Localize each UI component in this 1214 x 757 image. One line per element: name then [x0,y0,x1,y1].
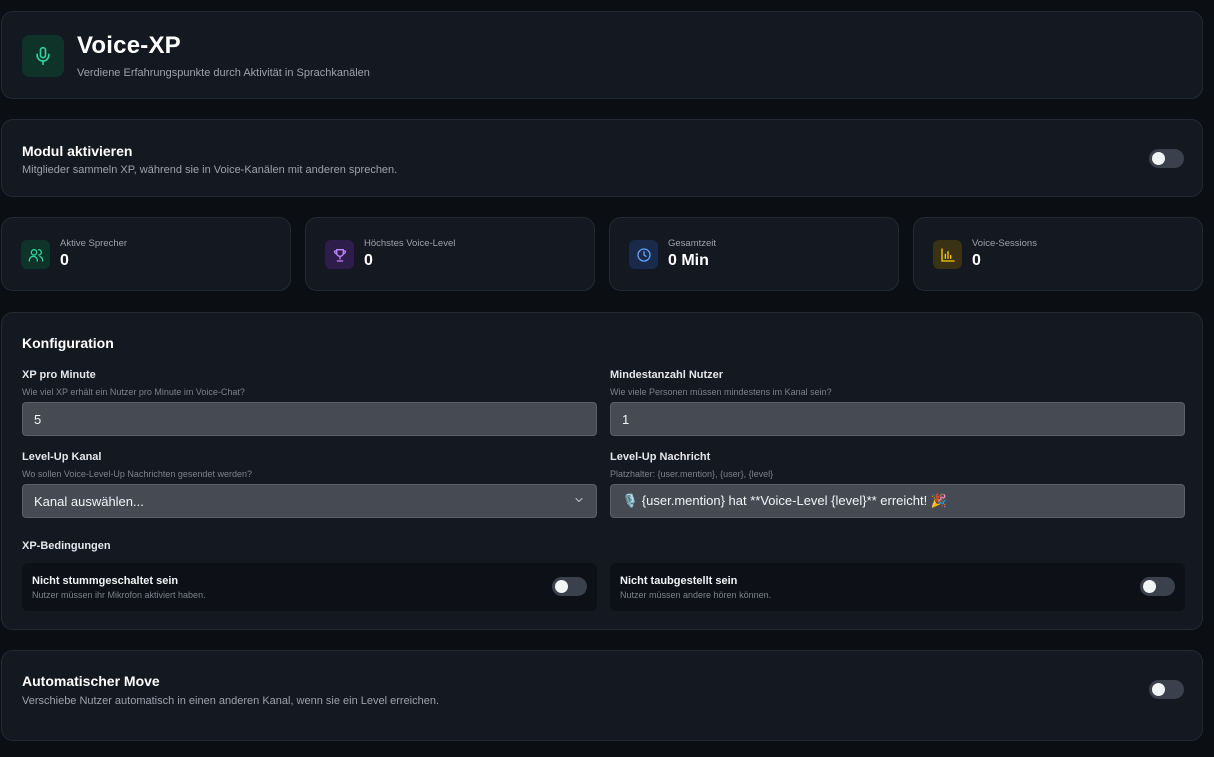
users-icon [21,240,50,269]
condition-not-deafened: Nicht taubgestellt sein Nutzer müssen an… [610,563,1185,611]
levelup-channel-hint: Wo sollen Voice-Level-Up Nachrichten ges… [22,469,252,479]
condition-not-muted: Nicht stummgeschaltet sein Nutzer müssen… [22,563,597,611]
stat-label: Aktive Sprecher [60,238,128,249]
stat-card-total-time: Gesamtzeit 0 Min [609,217,899,291]
auto-move-description: Verschiebe Nutzer automatisch in einen a… [22,695,440,707]
min-users-label: Mindestanzahl Nutzer [610,369,724,381]
levelup-channel-value: Kanal auswählen... [34,493,144,509]
auto-move-toggle[interactable] [1149,680,1184,699]
levelup-channel-select[interactable]: Kanal auswählen... [22,484,597,518]
page-title: Voice-XP [77,32,181,59]
auto-move-title: Automatischer Move [22,673,160,689]
stat-value: 0 [364,252,373,269]
stat-value: 0 Min [668,252,709,269]
stat-card-active-speakers: Aktive Sprecher 0 [1,217,291,291]
page-subtitle: Verdiene Erfahrungspunkte durch Aktivitä… [77,67,370,79]
stat-card-highest-level: Höchstes Voice-Level 0 [305,217,595,291]
stat-label: Voice-Sessions [972,238,1037,249]
condition-title: Nicht taubgestellt sein [620,575,738,587]
condition-description: Nutzer müssen ihr Mikrofon aktiviert hab… [32,590,206,600]
xp-per-minute-input[interactable]: 5 [22,402,597,436]
module-toggle[interactable] [1149,149,1184,168]
xp-per-minute-hint: Wie viel XP erhält ein Nutzer pro Minute… [22,387,245,397]
stat-value: 0 [972,252,981,269]
min-users-hint: Wie viele Personen müssen mindestens im … [610,387,832,397]
stat-label: Gesamtzeit [668,238,717,249]
levelup-message-hint: Platzhalter: {user.mention}, {user}, {le… [610,469,774,479]
levelup-channel-label: Level-Up Kanal [22,451,102,463]
xp-per-minute-label: XP pro Minute [22,369,96,381]
clock-icon [629,240,658,269]
min-users-input[interactable]: 1 [610,402,1185,436]
stat-label: Höchstes Voice-Level [364,238,456,249]
microphone-icon [22,35,64,77]
trophy-icon [325,240,354,269]
not-deafened-toggle[interactable] [1140,577,1175,596]
header-card: Voice-XP Verdiene Erfahrungspunkte durch… [1,11,1203,99]
module-title: Modul aktivieren [22,143,133,159]
module-description: Mitglieder sammeln XP, während sie in Vo… [22,164,398,176]
module-card: Modul aktivieren Mitglieder sammeln XP, … [1,119,1203,197]
condition-description: Nutzer müssen andere hören können. [620,590,772,600]
auto-move-card: Automatischer Move Verschiebe Nutzer aut… [1,650,1203,741]
levelup-message-input[interactable]: 🎙️ {user.mention} hat **Voice-Level {lev… [610,484,1185,518]
not-muted-toggle[interactable] [552,577,587,596]
condition-title: Nicht stummgeschaltet sein [32,575,179,587]
config-title: Konfiguration [22,335,114,351]
stat-card-sessions: Voice-Sessions 0 [913,217,1203,291]
stat-value: 0 [60,252,69,269]
xp-conditions-title: XP-Bedingungen [22,540,111,552]
levelup-message-label: Level-Up Nachricht [610,451,711,463]
bar-chart-icon [933,240,962,269]
chevron-down-icon [573,494,585,509]
config-card: Konfiguration XP pro Minute Wie viel XP … [1,312,1203,630]
